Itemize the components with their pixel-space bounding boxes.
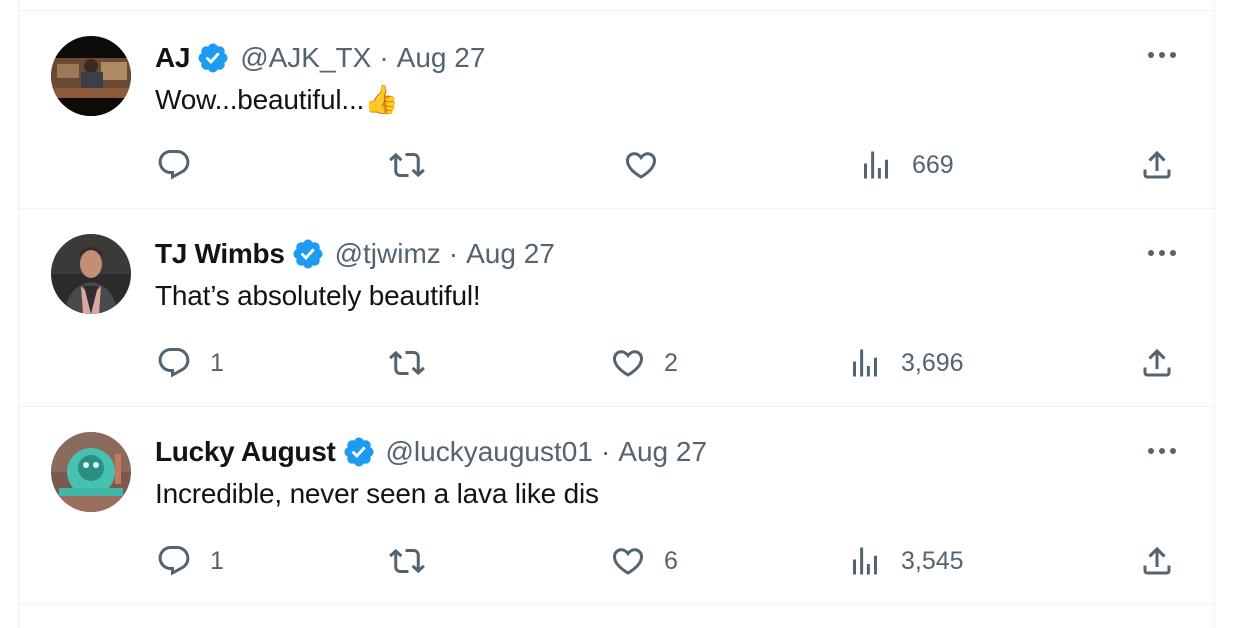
views-button[interactable]: 669 — [858, 143, 954, 187]
views-count: 669 — [912, 150, 954, 179]
tweet-text: Incredible, never seen a lava like dis — [155, 478, 599, 509]
verified-badge-icon — [198, 43, 228, 73]
display-name[interactable]: AJ — [155, 42, 191, 74]
avatar[interactable] — [51, 234, 131, 314]
tweet-actions: 1 2 3,696 — [19, 341, 1214, 385]
separator-dot: · — [379, 42, 389, 73]
retweet-icon — [389, 548, 425, 574]
retweet-icon — [389, 152, 425, 178]
reply-icon — [158, 348, 190, 378]
share-button[interactable] — [1139, 341, 1175, 385]
reply-feed: AJ @AJK_TX · Aug 27 Wow...beautiful...👍 — [18, 0, 1215, 628]
views-count: 3,696 — [901, 348, 964, 377]
reply-count: 1 — [210, 348, 224, 377]
views-count: 3,545 — [901, 546, 964, 575]
like-icon — [625, 152, 657, 179]
like-icon — [612, 350, 644, 377]
like-count: 2 — [664, 348, 678, 377]
reply-button[interactable]: 1 — [156, 539, 224, 583]
avatar[interactable] — [51, 36, 131, 116]
like-button[interactable] — [623, 143, 677, 187]
more-icon[interactable] — [1146, 243, 1178, 263]
more-icon[interactable] — [1146, 45, 1178, 65]
handle[interactable]: @luckyaugust01 — [386, 436, 593, 468]
separator-dot: · — [448, 238, 459, 269]
tweet-date[interactable]: Aug 27 — [397, 42, 486, 74]
tweet-header: TJ Wimbs @tjwimz · Aug 27 — [155, 236, 555, 272]
share-icon — [1143, 348, 1171, 377]
views-icon — [864, 151, 888, 179]
like-button[interactable]: 2 — [610, 341, 678, 385]
share-icon — [1143, 546, 1171, 575]
views-icon — [853, 547, 877, 575]
like-count: 6 — [664, 546, 678, 575]
tweet-date[interactable]: Aug 27 — [466, 238, 555, 270]
more-icon[interactable] — [1146, 441, 1178, 461]
handle[interactable]: @tjwimz — [335, 238, 441, 270]
share-button[interactable] — [1139, 539, 1175, 583]
handle[interactable]: @AJK_TX — [240, 42, 371, 74]
tweet-header: Lucky August @luckyaugust01 · Aug 27 — [155, 434, 707, 470]
tweet-lucky-august[interactable]: Lucky August @luckyaugust01 · Aug 27 Inc… — [19, 407, 1214, 605]
retweet-button[interactable] — [389, 341, 443, 385]
display-name[interactable]: Lucky August — [155, 436, 336, 468]
display-name[interactable]: TJ Wimbs — [155, 238, 285, 270]
tweet-tj-wimbs[interactable]: TJ Wimbs @tjwimz · Aug 27 That’s absolut… — [19, 209, 1214, 407]
share-icon — [1143, 150, 1171, 179]
retweet-button[interactable] — [389, 539, 443, 583]
share-button[interactable] — [1139, 143, 1175, 187]
reply-icon — [158, 150, 190, 180]
views-button[interactable]: 3,696 — [847, 341, 964, 385]
verified-badge-icon — [343, 437, 374, 467]
reply-icon — [158, 546, 190, 576]
like-button[interactable]: 6 — [610, 539, 678, 583]
separator-dot: · — [600, 436, 611, 467]
tweet-date[interactable]: Aug 27 — [618, 436, 707, 468]
tweet-text: That’s absolutely beautiful! — [155, 280, 481, 311]
reply-button[interactable] — [156, 143, 210, 187]
avatar[interactable] — [51, 432, 131, 512]
retweet-icon — [389, 350, 425, 376]
like-icon — [612, 548, 644, 575]
tweet-actions: 1 6 3,545 — [19, 539, 1214, 583]
tweet-text: Wow...beautiful...👍 — [155, 84, 399, 115]
tweet-actions: 669 — [19, 143, 1214, 187]
verified-badge-icon — [293, 239, 323, 269]
reply-button[interactable]: 1 — [156, 341, 224, 385]
views-button[interactable]: 3,545 — [847, 539, 964, 583]
retweet-button[interactable] — [389, 143, 443, 187]
reply-count: 1 — [210, 546, 224, 575]
tweet-header: AJ @AJK_TX · Aug 27 — [155, 40, 485, 76]
views-icon — [853, 349, 877, 377]
tweet-aj[interactable]: AJ @AJK_TX · Aug 27 Wow...beautiful...👍 — [19, 11, 1214, 209]
